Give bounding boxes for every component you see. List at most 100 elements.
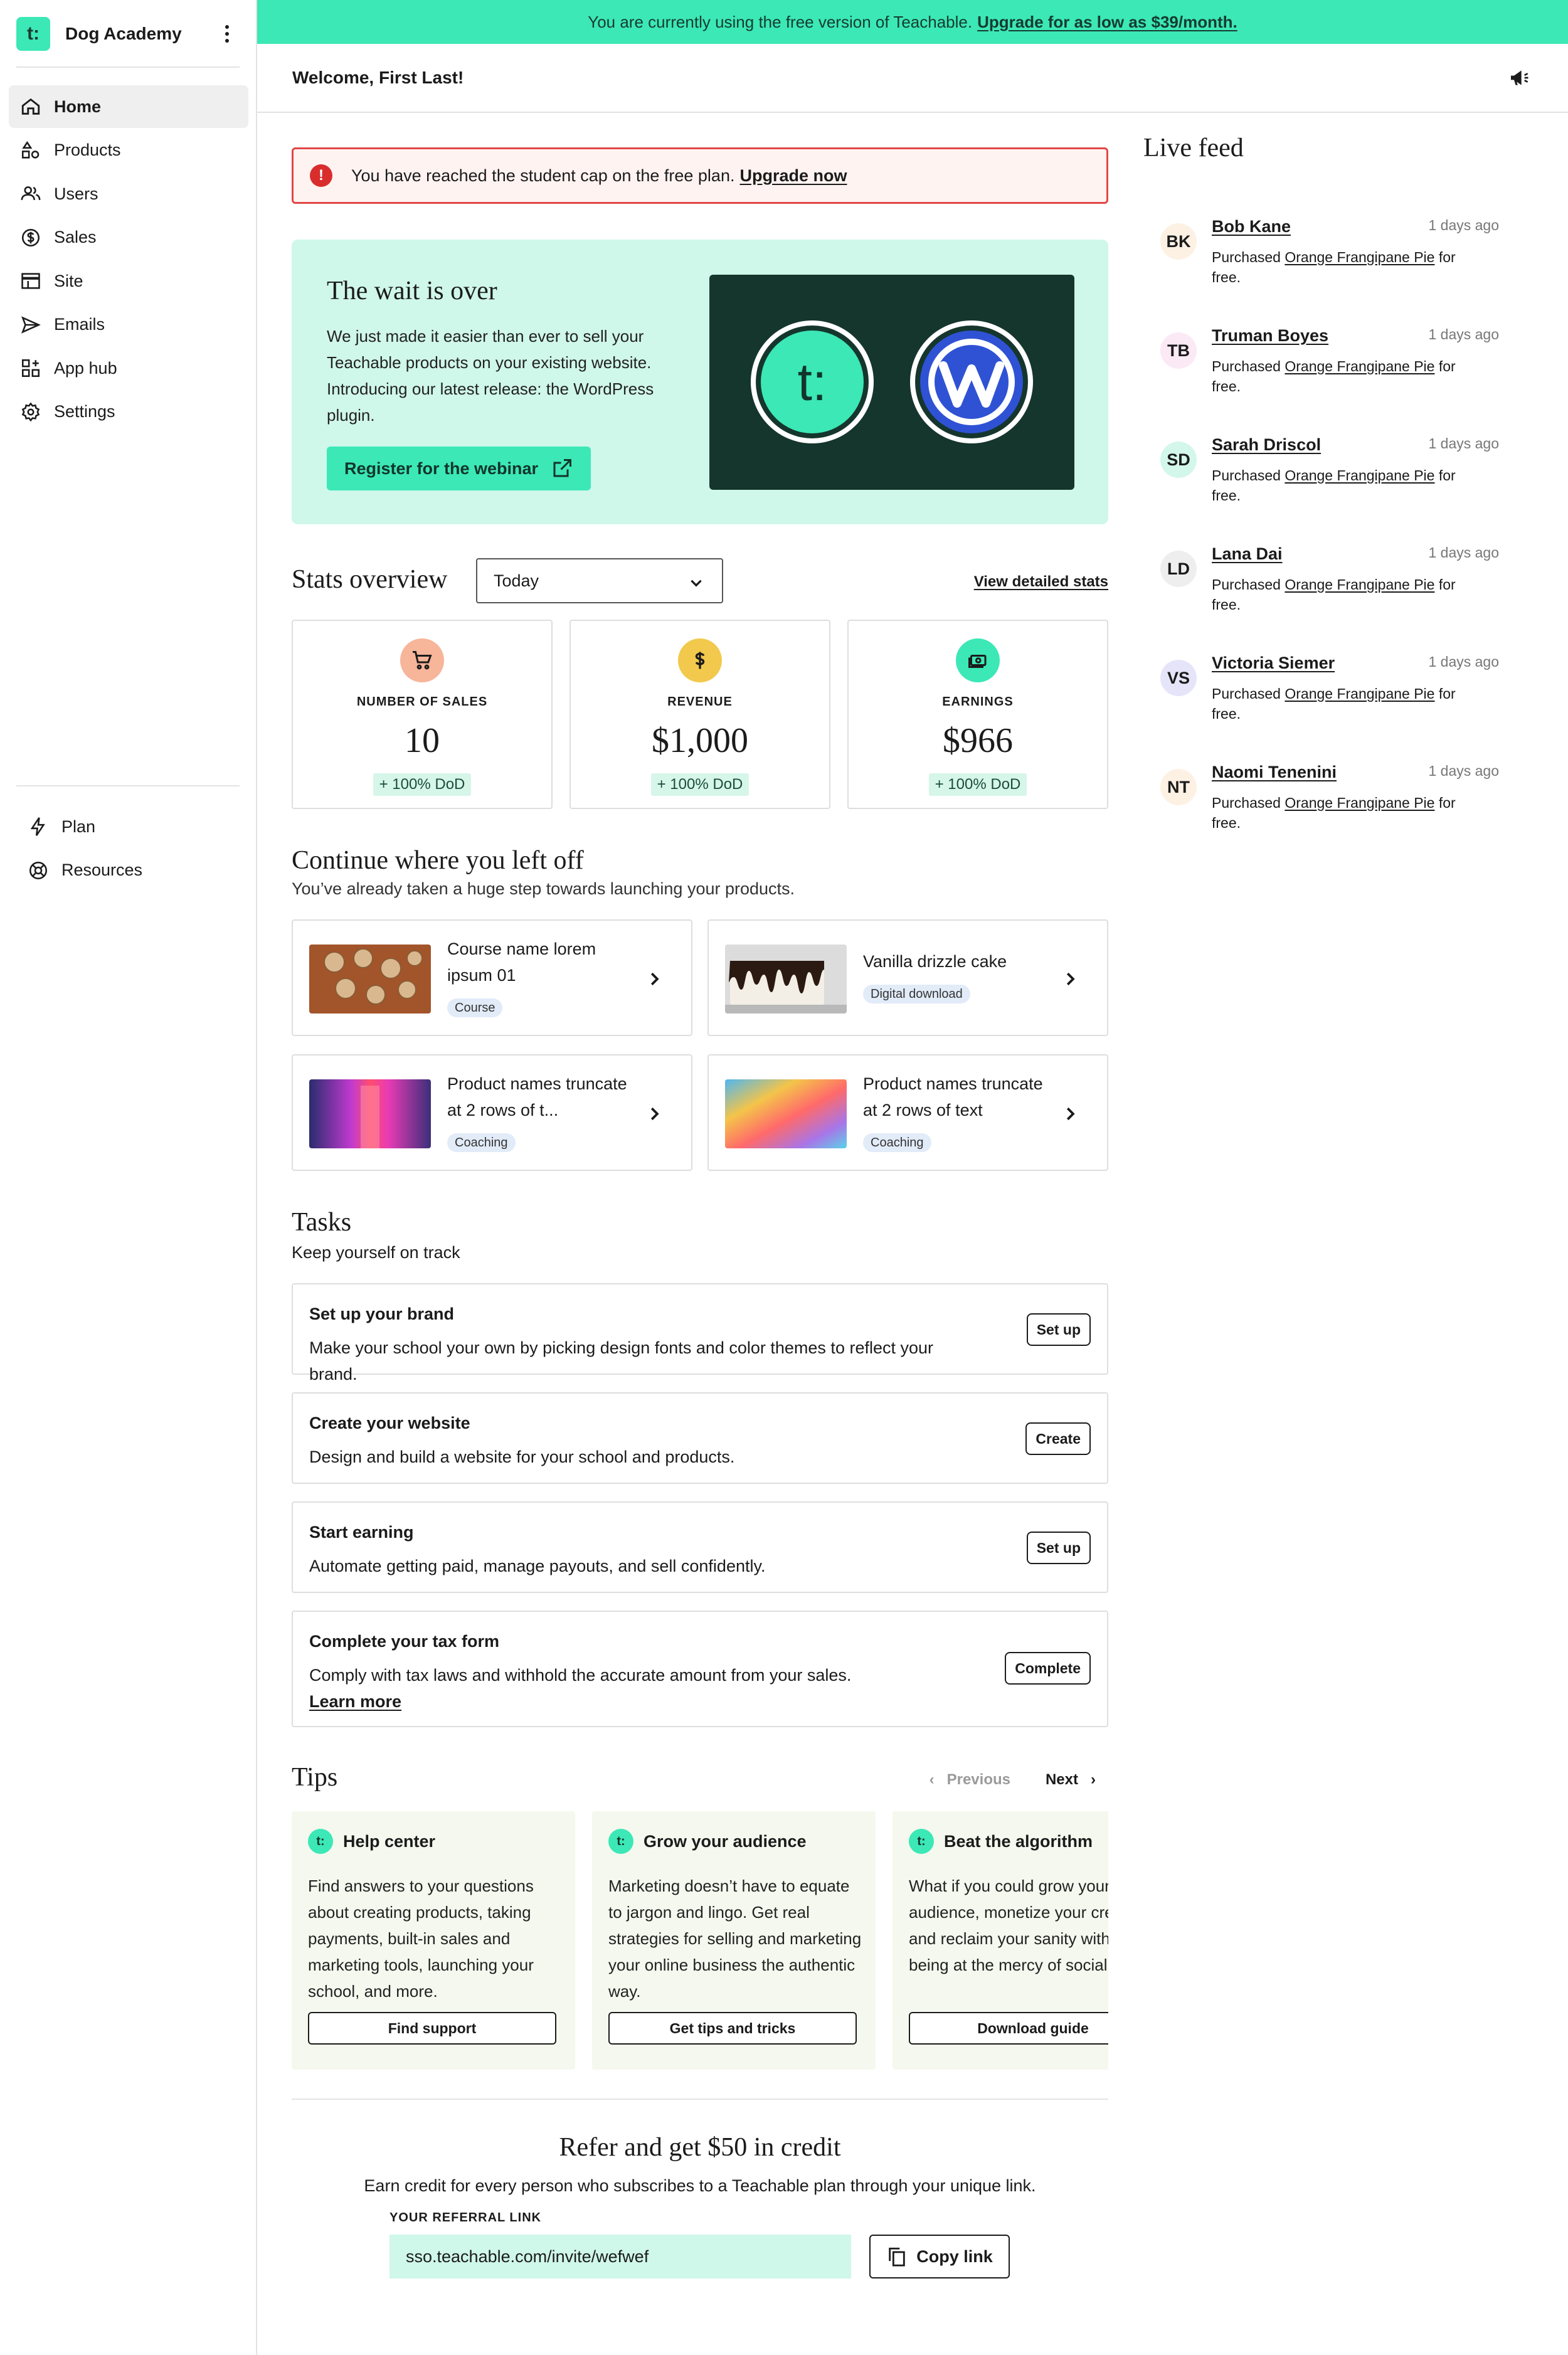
sidebar-item-label: Emails <box>54 315 105 334</box>
continue-title: Continue where you left off <box>292 846 584 875</box>
stats-header: Stats overview Today View detailed stats <box>292 558 1108 603</box>
avatar: SD <box>1160 442 1197 478</box>
feed-timestamp: 1 days ago <box>1428 217 1499 233</box>
set-up-earning-button[interactable]: Set up <box>1026 1532 1091 1564</box>
wordpress-promo-card: The wait is over We just made it easier … <box>292 240 1108 524</box>
chevron-down-icon <box>691 579 702 587</box>
download-guide-button[interactable]: Download guide <box>909 2012 1108 2045</box>
learn-more-link[interactable]: Learn more <box>309 1692 401 1711</box>
sidebar-item-label: Site <box>54 271 83 290</box>
sidebar-item-resources[interactable]: Resources <box>9 849 248 892</box>
alert-text: You have reached the student cap on the … <box>351 166 735 185</box>
feed-product-link[interactable]: Orange Frangipane Pie <box>1285 795 1434 811</box>
task-description: Design and build a website for your scho… <box>309 1447 735 1466</box>
tip-title: Beat the algorithm <box>944 1831 1093 1851</box>
referral-link-field[interactable] <box>389 2235 851 2278</box>
product-card[interactable]: Course name lorem ipsum 01 Course <box>292 919 692 1036</box>
product-name: Course name lorem ipsum 01 <box>447 939 596 985</box>
task-card: Create your website Design and build a w… <box>292 1392 1108 1484</box>
feed-user-link[interactable]: Victoria Siemer <box>1212 654 1335 673</box>
product-card[interactable]: Product names truncate at 2 rows of text… <box>707 1054 1108 1171</box>
apps-icon <box>21 359 40 378</box>
create-website-button[interactable]: Create <box>1025 1422 1091 1455</box>
feed-user-link[interactable]: Naomi Tenenini <box>1212 763 1337 782</box>
copy-link-button[interactable]: Copy link <box>869 2235 1010 2278</box>
feed-user-link[interactable]: Sarah Driscol <box>1212 435 1321 455</box>
sidebar-item-home[interactable]: Home <box>9 85 248 128</box>
bolt-icon <box>30 817 45 836</box>
task-description: Automate getting paid, manage payouts, a… <box>309 1557 766 1575</box>
set-up-brand-button[interactable]: Set up <box>1026 1313 1091 1346</box>
feed-product-link[interactable]: Orange Frangipane Pie <box>1285 576 1434 593</box>
product-thumbnail-cookies <box>309 945 431 1013</box>
sidebar-item-settings[interactable]: Settings <box>9 391 248 433</box>
upgrade-now-link[interactable]: Upgrade now <box>739 166 847 186</box>
tip-card: t: Grow your audience Marketing doesn’t h… <box>592 1811 876 2070</box>
stat-change-badge: + 100% DoD <box>928 773 1027 796</box>
find-support-button[interactable]: Find support <box>308 2012 556 2045</box>
register-webinar-button[interactable]: Register for the webinar <box>327 447 591 490</box>
upgrade-banner: You are currently using the free version… <box>257 0 1568 44</box>
sidebar-item-products[interactable]: Products <box>9 129 248 172</box>
cash-icon <box>956 638 1000 682</box>
feed-product-link[interactable]: Orange Frangipane Pie <box>1285 467 1434 484</box>
feed-user-link[interactable]: Truman Boyes <box>1212 326 1328 346</box>
upgrade-banner-link[interactable]: Upgrade for as low as $39/month. <box>977 13 1237 32</box>
product-type-badge: Course <box>447 998 503 1017</box>
sidebar-item-site[interactable]: Site <box>9 260 248 302</box>
sidebar-item-app-hub[interactable]: App hub <box>9 347 248 389</box>
task-title: Set up your brand <box>309 1305 455 1323</box>
sidebar-item-users[interactable]: Users <box>9 172 248 215</box>
stat-label: EARNINGS <box>942 695 1014 709</box>
product-card[interactable]: Product names truncate at 2 rows of t...… <box>292 1054 692 1171</box>
feed-product-link[interactable]: Orange Frangipane Pie <box>1285 249 1434 265</box>
tips-previous-button[interactable]: ‹ Previous <box>930 1771 1010 1789</box>
users-icon <box>21 186 41 201</box>
feed-product-link[interactable]: Orange Frangipane Pie <box>1285 358 1434 374</box>
feed-user-link[interactable]: Lana Dai <box>1212 544 1283 564</box>
complete-tax-form-button[interactable]: Complete <box>1005 1652 1091 1685</box>
external-link-icon <box>553 459 572 477</box>
sidebar-item-plan[interactable]: Plan <box>9 805 248 848</box>
tasks-subtitle: Keep yourself on track <box>292 1243 460 1262</box>
tip-card: t: Help center Find answers to your quest… <box>292 1811 575 2070</box>
chevron-right-icon <box>1066 1107 1075 1121</box>
get-tips-button[interactable]: Get tips and tricks <box>608 2012 857 2045</box>
tasks-title: Tasks <box>292 1208 352 1237</box>
stat-value: 10 <box>405 721 440 760</box>
upgrade-banner-text: You are currently using the free version… <box>588 12 973 31</box>
task-card: Complete your tax form Comply with tax l… <box>292 1611 1108 1727</box>
lifebuoy-icon <box>29 861 48 879</box>
teachable-logo: t: <box>16 17 50 51</box>
copy-icon <box>889 2247 905 2267</box>
sidebar-item-sales[interactable]: Sales <box>9 216 248 259</box>
megaphone-icon[interactable] <box>1508 65 1533 90</box>
chevron-right-icon <box>650 1107 659 1121</box>
product-type-badge: Digital download <box>863 985 970 1003</box>
date-range-select[interactable]: Today <box>476 558 723 603</box>
more-vertical-icon[interactable] <box>216 23 238 45</box>
feed-item: TB Truman Boyes 1 days ago Purchased Ora… <box>1160 326 1499 420</box>
feed-item: NT Naomi Tenenini 1 days ago Purchased O… <box>1160 763 1499 857</box>
product-type-badge: Coaching <box>447 1133 516 1152</box>
task-description-text: Comply with tax laws and withhold the ac… <box>309 1666 852 1685</box>
product-card[interactable]: Vanilla drizzle cake Digital download <box>707 919 1108 1036</box>
view-detailed-stats-link[interactable]: View detailed stats <box>974 573 1108 591</box>
promo-title: The wait is over <box>327 277 497 305</box>
sidebar-item-label: Home <box>54 97 102 116</box>
stat-value: $966 <box>943 721 1013 760</box>
avatar: VS <box>1160 660 1197 696</box>
sidebar-item-emails[interactable]: Emails <box>9 304 248 346</box>
task-card: Start earning Automate getting paid, man… <box>292 1501 1108 1593</box>
school-switcher[interactable]: t: Dog Academy <box>16 16 238 51</box>
tips-next-button[interactable]: Next › <box>1046 1771 1096 1789</box>
feed-text: Purchased Orange Frangipane Pie for free… <box>1212 465 1488 505</box>
continue-subtitle: You’ve already taken a huge step towards… <box>292 879 795 898</box>
product-name: Product names truncate at 2 rows of text <box>863 1074 1043 1119</box>
feed-product-link[interactable]: Orange Frangipane Pie <box>1285 685 1434 702</box>
feed-user-link[interactable]: Bob Kane <box>1212 217 1291 236</box>
stats-title: Stats overview <box>292 565 448 594</box>
dollar-icon <box>21 228 40 246</box>
feed-timestamp: 1 days ago <box>1428 544 1499 561</box>
stat-card-revenue: REVENUE $1,000 + 100% DoD <box>569 620 830 809</box>
